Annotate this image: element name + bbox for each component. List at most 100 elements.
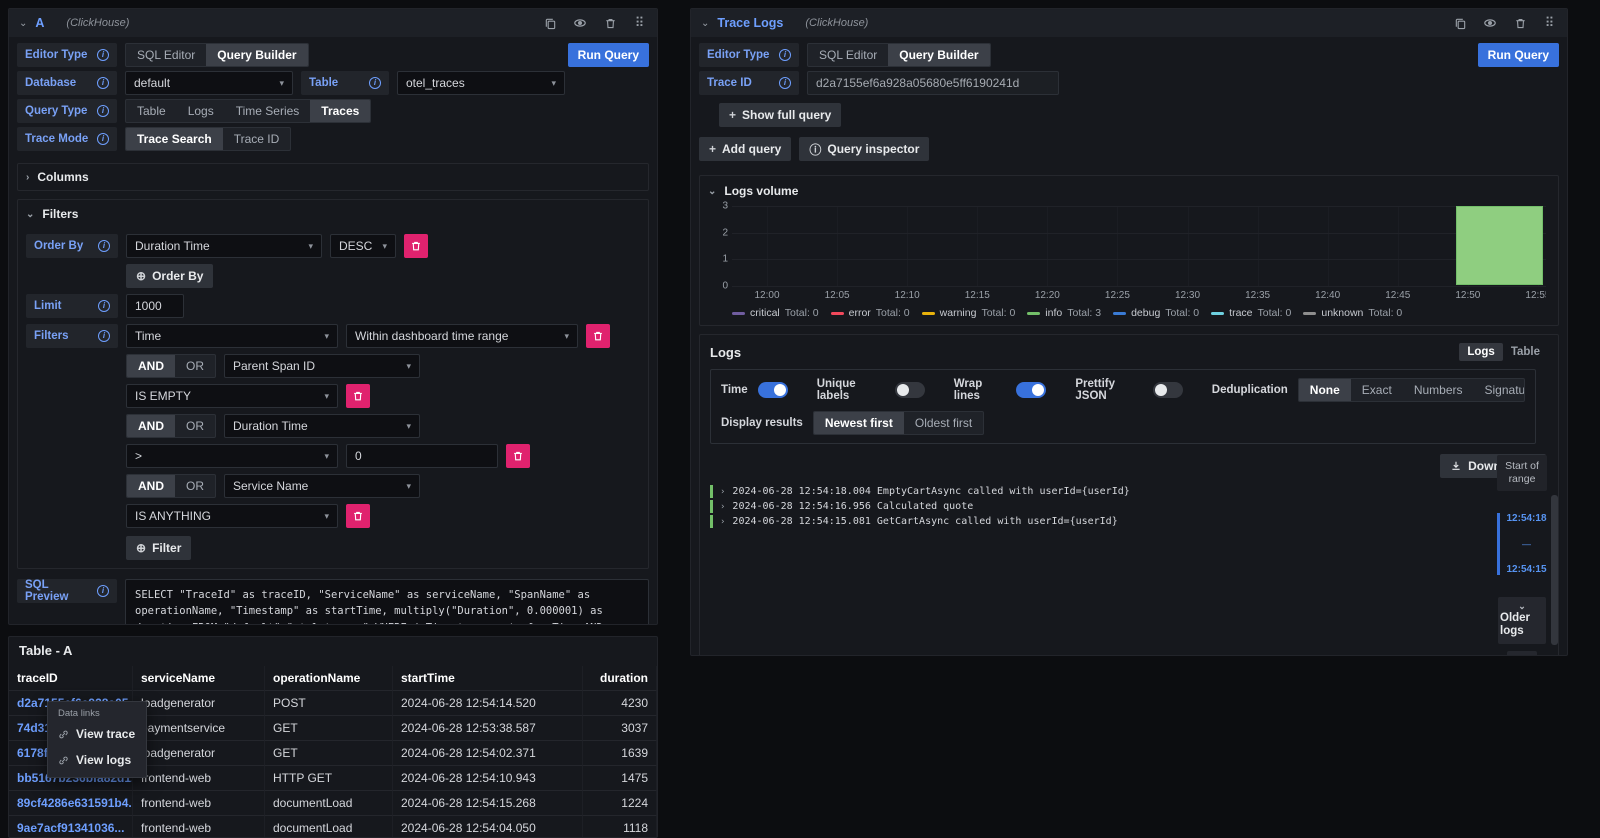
dedup-signature-option[interactable]: Signature <box>1474 379 1526 401</box>
copy-icon[interactable] <box>543 16 557 30</box>
and-option[interactable]: AND <box>127 415 175 437</box>
wrap-lines-toggle[interactable] <box>1016 382 1046 398</box>
log-range-timeline[interactable]: 12:54:18 — 12:54:15 <box>1497 513 1546 575</box>
dedup-numbers-option[interactable]: Numbers <box>1403 379 1474 401</box>
query-type-logs-option[interactable]: Logs <box>177 100 225 122</box>
and-option[interactable]: AND <box>127 355 175 377</box>
run-query-button[interactable]: Run Query <box>568 43 649 67</box>
panel-title[interactable]: Trace Logs <box>717 16 783 30</box>
filter-field-select[interactable]: Time▾ <box>126 324 338 348</box>
trace-link[interactable]: 89cf4286e631591b4... <box>9 791 133 816</box>
info-icon[interactable]: i <box>98 330 110 342</box>
filter-value-input[interactable] <box>346 444 498 468</box>
query-builder-option[interactable]: Query Builder <box>888 44 989 66</box>
dedup-exact-option[interactable]: Exact <box>1351 379 1403 401</box>
panel-title[interactable]: A <box>35 16 44 30</box>
info-volume-bar[interactable] <box>1456 206 1543 285</box>
sql-editor-option[interactable]: SQL Editor <box>808 44 888 66</box>
query-type-table-option[interactable]: Table <box>126 100 177 122</box>
view-trace-menu-item[interactable]: View trace <box>48 721 146 747</box>
logs-volume-header[interactable]: ⌄ Logs volume <box>708 184 1550 198</box>
info-icon[interactable]: i <box>97 133 109 145</box>
expand-chevron-icon[interactable]: › <box>720 502 725 512</box>
dedup-none-option[interactable]: None <box>1299 379 1351 401</box>
info-icon[interactable]: i <box>98 240 110 252</box>
info-icon[interactable]: i <box>779 77 791 89</box>
view-logs-menu-item[interactable]: View logs <box>48 747 146 773</box>
columns-section[interactable]: ›Columns <box>17 163 649 191</box>
oldest-first-option[interactable]: Oldest first <box>904 412 983 434</box>
table-tab[interactable]: Table <box>1503 343 1548 361</box>
eye-icon[interactable] <box>573 16 587 30</box>
remove-order-by-button[interactable] <box>404 234 428 258</box>
filter-operator-select[interactable]: IS ANYTHING▾ <box>126 504 338 528</box>
info-icon[interactable]: i <box>97 49 109 61</box>
query-inspector-button[interactable]: ⓘQuery inspector <box>799 137 929 161</box>
trace-id-option[interactable]: Trace ID <box>223 128 291 150</box>
older-logs-button[interactable]: ⌄ Older logs <box>1498 597 1546 644</box>
trace-id-input[interactable] <box>807 71 1059 95</box>
log-row[interactable]: › 2024-06-28 12:54:16.956 Calculated quo… <box>710 499 1468 514</box>
column-header-duration[interactable]: duration <box>583 666 657 691</box>
filter-field-select[interactable]: Duration Time▾ <box>224 414 420 438</box>
log-row[interactable]: › 2024-06-28 12:54:18.004 EmptyCartAsync… <box>710 484 1468 499</box>
scroll-to-top-button[interactable]: ↑ <box>1507 651 1537 656</box>
show-full-query-button[interactable]: +Show full query <box>719 103 841 127</box>
trace-search-option[interactable]: Trace Search <box>126 128 223 150</box>
info-icon[interactable]: i <box>369 77 381 89</box>
filter-operator-select[interactable]: IS EMPTY▾ <box>126 384 338 408</box>
trash-icon[interactable] <box>1513 16 1527 30</box>
order-by-direction-select[interactable]: DESC▾ <box>330 234 396 258</box>
or-option[interactable]: OR <box>175 475 215 497</box>
column-header-operationname[interactable]: operationName <box>265 666 393 691</box>
database-select[interactable]: default▾ <box>125 71 293 95</box>
sql-editor-option[interactable]: SQL Editor <box>126 44 206 66</box>
info-icon[interactable]: i <box>97 77 109 89</box>
log-row[interactable]: › 2024-06-28 12:54:15.081 GetCartAsync c… <box>710 514 1468 529</box>
time-toggle[interactable] <box>758 382 788 398</box>
newest-first-option[interactable]: Newest first <box>814 412 904 434</box>
prettify-json-toggle[interactable] <box>1153 382 1183 398</box>
query-type-timeseries-option[interactable]: Time Series <box>225 100 311 122</box>
expand-chevron-icon[interactable]: › <box>720 517 725 527</box>
trash-icon[interactable] <box>603 16 617 30</box>
remove-filter-button[interactable] <box>346 384 370 408</box>
filters-section-header[interactable]: ⌄Filters <box>26 206 640 222</box>
collapse-chevron-icon[interactable]: ⌄ <box>701 18 709 29</box>
query-builder-option[interactable]: Query Builder <box>206 44 307 66</box>
filter-operator-select[interactable]: Within dashboard time range▾ <box>346 324 578 348</box>
add-query-button[interactable]: +Add query <box>699 137 791 161</box>
remove-filter-button[interactable] <box>506 444 530 468</box>
limit-input[interactable] <box>126 294 184 318</box>
order-by-field-select[interactable]: Duration Time▾ <box>126 234 322 258</box>
run-query-button[interactable]: Run Query <box>1478 43 1559 67</box>
filter-operator-select[interactable]: >▾ <box>126 444 338 468</box>
column-header-starttime[interactable]: startTime <box>393 666 583 691</box>
logs-scrollbar[interactable] <box>1551 495 1558 645</box>
eye-icon[interactable] <box>1483 16 1497 30</box>
copy-icon[interactable] <box>1453 16 1467 30</box>
unique-labels-toggle[interactable] <box>895 382 925 398</box>
info-icon[interactable]: i <box>97 105 109 117</box>
logs-tab[interactable]: Logs <box>1459 343 1502 361</box>
query-type-traces-option[interactable]: Traces <box>310 100 370 122</box>
table-select[interactable]: otel_traces▾ <box>397 71 565 95</box>
filter-field-select[interactable]: Parent Span ID▾ <box>224 354 420 378</box>
or-option[interactable]: OR <box>175 415 215 437</box>
info-icon[interactable]: i <box>97 585 109 597</box>
info-icon[interactable]: i <box>779 49 791 61</box>
add-order-by-button[interactable]: ⊕Order By <box>126 264 213 288</box>
drag-handle-icon[interactable]: ⠿ <box>1543 16 1557 30</box>
trace-link[interactable]: 9ae7acf91341036... <box>9 816 133 838</box>
column-header-servicename[interactable]: serviceName <box>133 666 265 691</box>
expand-chevron-icon[interactable]: › <box>720 487 725 497</box>
or-option[interactable]: OR <box>175 355 215 377</box>
remove-filter-button[interactable] <box>346 504 370 528</box>
column-header-traceid[interactable]: traceID <box>9 666 133 691</box>
drag-handle-icon[interactable]: ⠿ <box>633 16 647 30</box>
collapse-chevron-icon[interactable]: ⌄ <box>19 18 27 29</box>
info-icon[interactable]: i <box>98 300 110 312</box>
add-filter-button[interactable]: ⊕Filter <box>126 536 191 560</box>
and-option[interactable]: AND <box>127 475 175 497</box>
filter-field-select[interactable]: Service Name▾ <box>224 474 420 498</box>
